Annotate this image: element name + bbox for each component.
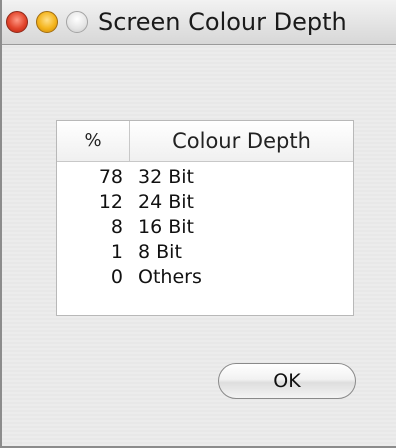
table-row[interactable]: 1 8 Bit (57, 240, 353, 265)
colour-depth-cell: 32 Bit (138, 166, 194, 188)
column-header-percent[interactable]: % (57, 121, 130, 161)
table-row[interactable]: 12 24 Bit (57, 190, 353, 215)
table-row[interactable]: 78 32 Bit (57, 165, 353, 190)
minimize-button[interactable] (36, 11, 58, 33)
colour-depth-table: % Colour Depth 78 32 Bit 12 24 Bit 8 16 … (56, 120, 354, 316)
colour-depth-cell: Others (138, 266, 202, 288)
percent-cell: 0 (110, 266, 123, 288)
close-button[interactable] (6, 11, 28, 33)
percent-cell: 78 (98, 166, 123, 188)
dialog-window: Screen Colour Depth % Colour Depth 78 32… (0, 0, 396, 448)
ok-button[interactable]: OK (218, 363, 356, 399)
percent-cell: 12 (98, 191, 123, 213)
colour-depth-cell: 8 Bit (138, 241, 182, 263)
table-row[interactable]: 0 Others (57, 265, 353, 290)
table-row[interactable]: 8 16 Bit (57, 215, 353, 240)
percent-cell: 8 (110, 216, 123, 238)
percent-cell: 1 (110, 241, 123, 263)
table-header: % Colour Depth (57, 121, 353, 162)
column-header-colour-depth[interactable]: Colour Depth (130, 121, 353, 161)
window-title: Screen Colour Depth (98, 8, 347, 36)
colour-depth-cell: 16 Bit (138, 216, 194, 238)
title-bar: Screen Colour Depth (2, 0, 396, 45)
colour-depth-cell: 24 Bit (138, 191, 194, 213)
zoom-button (66, 11, 88, 33)
